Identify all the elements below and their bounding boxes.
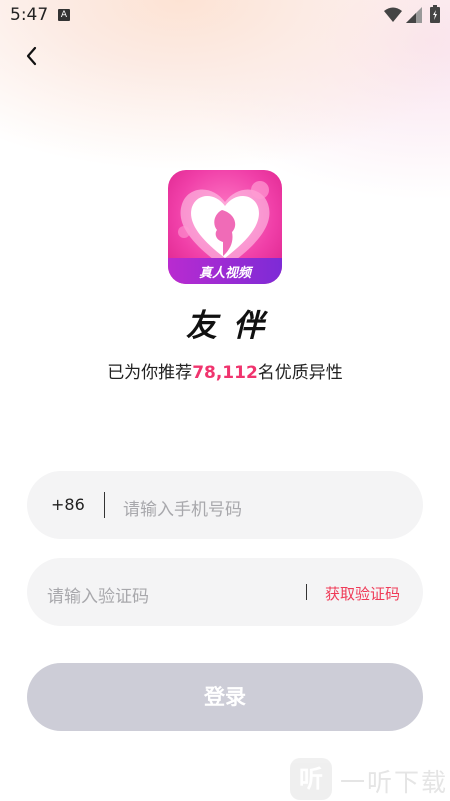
signal-icon [406,7,422,23]
status-bar: 5:47 A [0,0,450,32]
phone-divider [104,492,105,518]
recommend-text: 已为你推荐78,112名优质异性 [0,358,450,383]
notification-a-icon: A [58,9,70,21]
app-logo: 真人视频 [168,170,282,284]
watermark: 听 一听下载 [290,758,450,801]
verification-code-field[interactable]: 请输入验证码 获取验证码 [27,558,423,626]
recommend-prefix: 已为你推荐 [107,363,193,383]
get-code-button[interactable]: 获取验证码 [325,583,400,604]
country-code[interactable]: +86 [51,495,85,514]
app-name: 友伴 [186,308,280,344]
recommend-count: 78,112 [192,363,258,383]
battery-icon [430,5,440,23]
recommend-suffix: 名优质异性 [257,363,343,383]
login-button[interactable]: 登录 [27,663,423,731]
watermark-text: 一听下载 [340,768,449,797]
phone-field[interactable]: +86 请输入手机号码 [27,471,423,539]
watermark-logo: 听 [290,758,332,800]
verification-code-input[interactable]: 请输入验证码 [47,582,149,607]
wifi-icon [384,7,402,22]
status-time: 5:47 [10,5,49,25]
logo-ribbon: 真人视频 [168,258,282,284]
phone-input[interactable]: 请输入手机号码 [123,495,242,520]
back-icon[interactable] [20,44,44,68]
logo-ribbon-text: 真人视频 [198,266,251,281]
code-divider [306,584,307,600]
